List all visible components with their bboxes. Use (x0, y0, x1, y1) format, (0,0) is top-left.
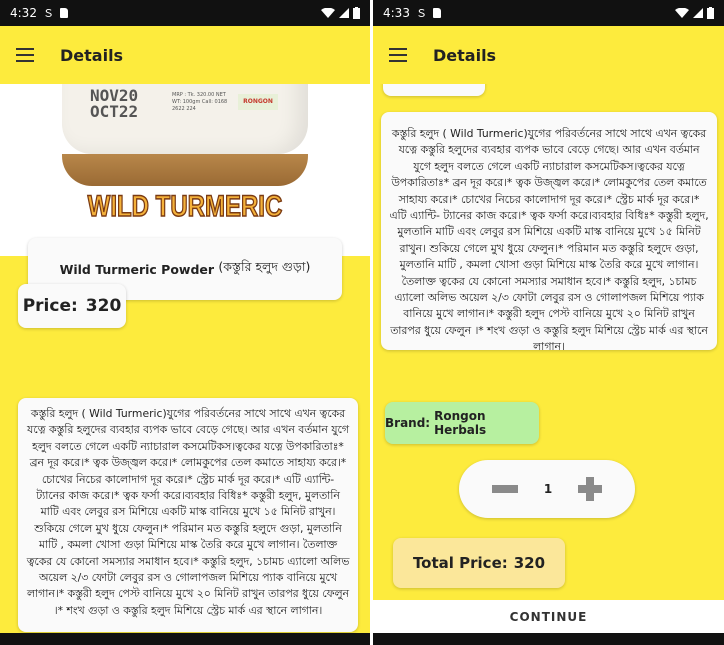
sd-card-icon (59, 8, 68, 18)
product-image: NOV20 OCT22 MRP : Tk. 320.00 NET WT: 100… (0, 84, 370, 256)
phone-screen-left: 4:32 Ｓ Details NOV20 OCT22 MRP : Tk. 320… (0, 0, 370, 645)
price-value: 320 (85, 296, 122, 316)
product-name-latin: Wild Turmeric Powder (59, 261, 215, 277)
brand-value: Rongon Herbals (434, 409, 487, 437)
decrement-button[interactable] (491, 485, 518, 493)
continue-button[interactable]: CONTINUE (373, 600, 724, 633)
signal-icon (339, 8, 349, 18)
page-title: Details (60, 45, 124, 65)
hamburger-menu-icon[interactable] (16, 48, 34, 62)
jar-info-text: MRP : Tk. 320.00 NET WT: 100gm Call: 016… (172, 92, 228, 112)
price-card: Price: 320 (18, 284, 126, 328)
system-nav-bar (373, 633, 724, 645)
plus-icon-vertical (586, 477, 595, 501)
s-logo-icon: Ｓ (42, 7, 54, 20)
total-price-label: Total Price: (412, 554, 508, 572)
app-bar: Details (373, 26, 724, 84)
description-card: কস্তুরি হলুদ ( Wild Turmeric)যুগের পরিবর… (18, 398, 358, 632)
system-nav-bar (0, 633, 370, 645)
brand-card: Brand: Rongon Herbals (385, 402, 539, 444)
signal-icon (693, 8, 703, 18)
status-time: 4:32 (10, 6, 37, 20)
status-bar: 4:32 Ｓ (0, 0, 370, 26)
increment-button[interactable] (578, 477, 603, 501)
battery-icon (707, 7, 714, 19)
total-price-card: Total Price: 320 (393, 538, 565, 588)
status-time: 4:33 (383, 6, 410, 20)
hamburger-menu-icon[interactable] (389, 48, 407, 62)
quantity-stepper: 1 (459, 460, 635, 518)
jar-date-line-2: OCT22 (90, 102, 139, 121)
jar-brand-logo: RONGON (238, 94, 278, 110)
description-card: কস্তুরি হলুদ ( Wild Turmeric)যুগের পরিবর… (381, 112, 717, 353)
status-bar: 4:33 Ｓ (373, 0, 724, 26)
turmeric-powder-graphic (62, 154, 308, 186)
jar-graphic: NOV20 OCT22 MRP : Tk. 320.00 NET WT: 100… (62, 84, 308, 154)
brand-label: Brand: (385, 416, 431, 430)
page-title: Details (433, 45, 497, 65)
quantity-value: 1 (543, 482, 553, 496)
sd-card-icon (432, 8, 441, 18)
product-name-bangla: (কস্তুরি হলুদ গুড়া) (218, 259, 311, 274)
price-label: Price: (22, 296, 78, 316)
wifi-icon (321, 8, 335, 18)
product-description: কস্তুরি হলুদ ( Wild Turmeric)যুগের পরিবর… (389, 127, 709, 354)
wifi-icon (675, 8, 689, 18)
jar-date: NOV20 OCT22 (90, 88, 138, 120)
app-bar: Details (0, 26, 370, 84)
product-description: কস্তুরি হলুদ ( Wild Turmeric)যুগের পরিবর… (26, 407, 350, 617)
s-logo-icon: Ｓ (415, 7, 427, 20)
phone-screen-right: 4:33 Ｓ Details Price: 320 কস্তুরি হলুদ (… (373, 0, 724, 645)
battery-icon (353, 7, 360, 19)
product-label-text: WILD TURMERIC (87, 189, 283, 224)
total-price-value: 320 (513, 554, 546, 572)
